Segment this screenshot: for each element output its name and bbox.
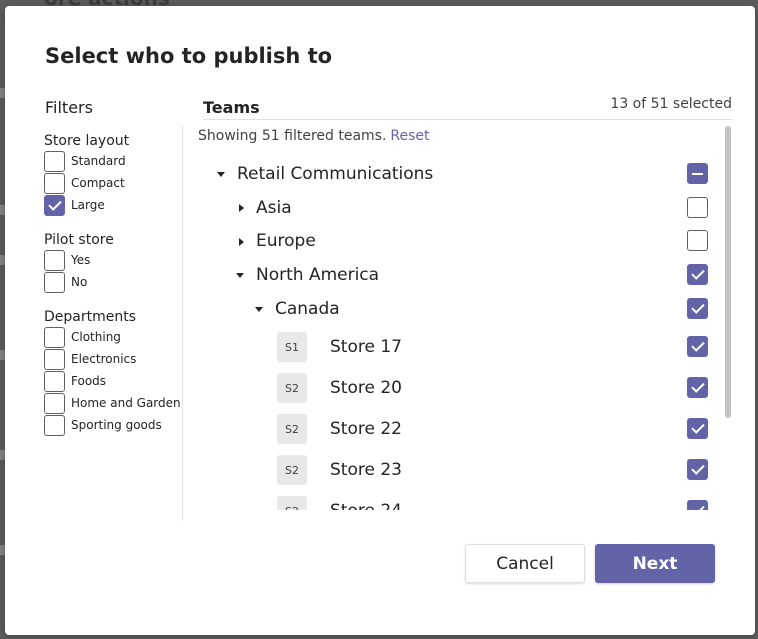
- teams-heading: Teams: [203, 98, 260, 117]
- tree-node-label: Europe: [256, 231, 316, 251]
- filter-option-clothing[interactable]: Clothing: [44, 326, 180, 348]
- filter-option-home-and-garden[interactable]: Home and Garden: [44, 392, 181, 414]
- filter-group-store-layout: Store layout Standard Compact Large: [44, 133, 180, 216]
- checkbox-indeterminate[interactable]: [687, 163, 708, 184]
- header-divider: [203, 119, 733, 120]
- team-avatar: S2: [277, 373, 307, 403]
- filter-option-label: Large: [71, 198, 105, 212]
- checkbox-checked[interactable]: [687, 298, 708, 319]
- filter-option-yes[interactable]: Yes: [44, 249, 180, 271]
- dialog-title: Select who to publish to: [45, 44, 333, 68]
- teams-tree: Retail Communications Asia Europe North …: [198, 151, 723, 510]
- filter-option-electronics[interactable]: Electronics: [44, 348, 180, 370]
- tree-node-retail-communications[interactable]: Retail Communications: [198, 157, 723, 191]
- showing-text: Showing 51 filtered teams.: [198, 128, 387, 144]
- filter-option-no[interactable]: No: [44, 271, 180, 293]
- tree-scrollbar[interactable]: [725, 126, 731, 418]
- filters-divider: [182, 126, 183, 521]
- filter-option-label: Electronics: [71, 352, 137, 366]
- filter-group-pilot-store: Pilot store Yes No: [44, 232, 180, 293]
- filter-panel: Store layout Standard Compact Large Pilo…: [44, 133, 181, 452]
- filter-option-label: No: [71, 275, 88, 289]
- checkbox-checked[interactable]: [687, 377, 708, 398]
- tree-node-label: Store 20: [330, 378, 402, 398]
- chevron-right-icon[interactable]: [239, 238, 244, 246]
- tree-node-store-23[interactable]: S2 Store 23: [198, 450, 723, 491]
- chevron-right-icon[interactable]: [239, 204, 244, 212]
- checkbox-checked[interactable]: [687, 459, 708, 480]
- tree-node-label: Store 24: [330, 501, 402, 510]
- tree-node-label: Store 22: [330, 419, 402, 439]
- tree-node-label: Store 23: [330, 460, 402, 480]
- checkbox-checked[interactable]: [687, 264, 708, 285]
- checkbox-checked[interactable]: [687, 500, 708, 510]
- checkbox[interactable]: [44, 249, 65, 271]
- checkbox-checked[interactable]: [44, 194, 65, 216]
- filter-group-departments: Departments Clothing Electronics Foods H…: [44, 309, 181, 436]
- chevron-down-icon[interactable]: [236, 273, 244, 278]
- team-avatar: S2: [277, 455, 307, 485]
- checkbox[interactable]: [44, 172, 65, 194]
- chevron-down-icon[interactable]: [217, 172, 225, 177]
- next-button[interactable]: Next: [595, 544, 715, 583]
- cancel-button[interactable]: Cancel: [465, 544, 585, 583]
- checkbox[interactable]: [687, 230, 708, 251]
- filter-group-title: Pilot store: [44, 232, 114, 248]
- filter-option-label: Sporting goods: [71, 418, 162, 432]
- reset-link[interactable]: Reset: [390, 128, 429, 144]
- checkbox-checked[interactable]: [687, 418, 708, 439]
- team-avatar: S2: [277, 414, 307, 444]
- team-avatar: S2: [277, 496, 307, 510]
- filter-option-compact[interactable]: Compact: [44, 172, 180, 194]
- checkbox[interactable]: [44, 326, 65, 348]
- checkbox[interactable]: [44, 348, 65, 370]
- tree-node-store-20[interactable]: S2 Store 20: [198, 368, 723, 409]
- checkbox-checked[interactable]: [687, 336, 708, 357]
- checkbox[interactable]: [44, 392, 65, 414]
- checkbox[interactable]: [44, 150, 65, 172]
- tree-node-store-17[interactable]: S1 Store 17: [198, 327, 723, 368]
- checkbox[interactable]: [44, 271, 65, 293]
- checkbox[interactable]: [687, 197, 708, 218]
- filter-option-standard[interactable]: Standard: [44, 150, 180, 172]
- tree-node-label: Asia: [256, 198, 292, 218]
- tree-node-label: North America: [256, 265, 380, 285]
- tree-node-label: Retail Communications: [237, 164, 434, 184]
- publish-dialog: Select who to publish to Filters Teams 1…: [5, 6, 755, 635]
- filters-heading: Filters: [45, 98, 93, 117]
- filter-option-label: Foods: [71, 374, 107, 388]
- tree-node-asia[interactable]: Asia: [198, 191, 723, 225]
- filter-option-label: Yes: [71, 253, 91, 267]
- filter-option-sporting-goods[interactable]: Sporting goods: [44, 414, 180, 436]
- team-avatar: S1: [277, 332, 307, 362]
- checkbox[interactable]: [44, 370, 65, 392]
- filter-group-title: Store layout: [44, 133, 130, 149]
- filter-option-label: Clothing: [71, 330, 121, 344]
- tree-node-north-america[interactable]: North America: [198, 259, 723, 293]
- filter-group-title: Departments: [44, 309, 137, 325]
- tree-node-label: Canada: [275, 299, 340, 319]
- filter-option-label: Compact: [71, 176, 125, 190]
- checkbox[interactable]: [44, 414, 65, 436]
- tree-node-canada[interactable]: Canada: [198, 293, 723, 327]
- showing-summary: Showing 51 filtered teams. Reset: [198, 128, 430, 144]
- selected-count: 13 of 51 selected: [610, 96, 732, 112]
- filter-option-label: Standard: [71, 154, 126, 168]
- tree-node-europe[interactable]: Europe: [198, 225, 723, 259]
- chevron-down-icon[interactable]: [255, 307, 263, 312]
- filter-option-large[interactable]: Large: [44, 194, 180, 216]
- tree-node-store-22[interactable]: S2 Store 22: [198, 409, 723, 450]
- filter-option-label: Home and Garden: [71, 396, 181, 410]
- tree-node-store-24[interactable]: S2 Store 24: [198, 491, 723, 510]
- filter-option-foods[interactable]: Foods: [44, 370, 180, 392]
- tree-node-label: Store 17: [330, 337, 402, 357]
